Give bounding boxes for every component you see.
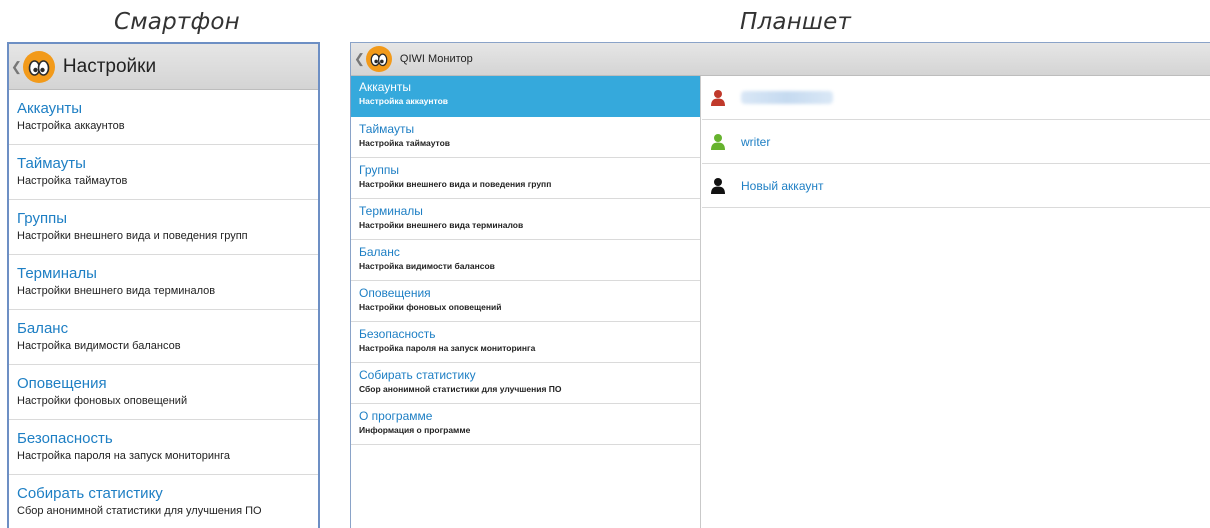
- settings-item[interactable]: Аккаунты Настройка аккаунтов: [351, 76, 700, 117]
- settings-item[interactable]: Безопасность Настройка пароля на запуск м…: [351, 322, 700, 363]
- settings-item-title: Оповещения: [359, 286, 431, 300]
- account-name-redacted: [741, 91, 833, 104]
- chevron-left-icon[interactable]: ❮: [11, 59, 22, 75]
- user-icon: [711, 89, 725, 106]
- settings-item-subtitle: Настройки фоновых оповещений: [17, 395, 188, 407]
- settings-item-subtitle: Настройка таймаутов: [17, 175, 128, 187]
- settings-item-subtitle: Настройка пароля на запуск мониторинга: [17, 450, 230, 462]
- chevron-left-icon[interactable]: ❮: [354, 51, 365, 67]
- caption-tablet: Планшет: [740, 9, 852, 35]
- account-name: Новый аккаунт: [741, 178, 824, 193]
- user-icon: [711, 177, 725, 194]
- account-item[interactable]: Новый аккаунт: [702, 164, 1210, 208]
- settings-item-title: Аккаунты: [359, 80, 412, 94]
- settings-item-subtitle: Информация о программе: [359, 425, 471, 435]
- settings-item[interactable]: Группы Настройки внешнего вида и поведени…: [351, 158, 700, 199]
- settings-item[interactable]: Собирать статистику Сбор анонимной статис…: [9, 475, 318, 528]
- qiwi-monitor-logo-icon[interactable]: [22, 50, 55, 83]
- settings-item-subtitle: Настройки внешнего вида терминалов: [359, 220, 524, 230]
- phone-action-bar: ❮ Настройки: [9, 44, 318, 90]
- settings-item-title: Терминалы: [17, 265, 97, 282]
- settings-item-title: Таймауты: [17, 155, 86, 172]
- settings-item-title: Баланс: [359, 245, 400, 259]
- settings-item[interactable]: Безопасность Настройка пароля на запуск м…: [9, 420, 318, 475]
- settings-item-subtitle: Настройки внешнего вида и поведения груп…: [359, 179, 552, 189]
- tablet-action-bar: ❮ QIWI Монитор: [351, 43, 1210, 76]
- settings-item-title: Собирать статистику: [359, 368, 476, 382]
- caption-smartphone: Смартфон: [114, 9, 240, 35]
- accounts-panel: writer Новый аккаунт: [702, 76, 1210, 528]
- settings-item-subtitle: Настройка аккаунтов: [359, 96, 449, 106]
- settings-item-title: Аккаунты: [17, 100, 83, 117]
- tablet-app-title: QIWI Монитор: [399, 53, 473, 65]
- settings-item-title: Таймауты: [359, 122, 415, 136]
- account-item[interactable]: [702, 76, 1210, 120]
- account-item[interactable]: writer: [702, 120, 1210, 164]
- settings-item[interactable]: Таймауты Настройка таймаутов: [351, 117, 700, 158]
- settings-item-subtitle: Настройка видимости балансов: [17, 340, 181, 352]
- settings-item[interactable]: Терминалы Настройки внешнего вида термина…: [351, 199, 700, 240]
- settings-item-subtitle: Настройка таймаутов: [359, 138, 451, 148]
- settings-item-title: Оповещения: [17, 375, 107, 392]
- settings-item[interactable]: Баланс Настройка видимости балансов: [351, 240, 700, 281]
- phone-settings-list: Аккаунты Настройка аккаунтов Таймауты Настр…: [9, 90, 318, 528]
- user-icon: [711, 133, 725, 150]
- settings-item-title: Безопасность: [17, 430, 113, 447]
- settings-item[interactable]: Баланс Настройка видимости балансов: [9, 310, 318, 365]
- settings-item[interactable]: Аккаунты Настройка аккаунтов: [9, 90, 318, 145]
- qiwi-monitor-logo-icon[interactable]: [365, 46, 392, 72]
- settings-item-title: Группы: [17, 210, 67, 227]
- settings-item[interactable]: Таймауты Настройка таймаутов: [9, 145, 318, 200]
- phone-app-title: Настройки: [62, 55, 157, 77]
- settings-item[interactable]: Оповещения Настройки фоновых оповещений: [351, 281, 700, 322]
- settings-item-subtitle: Настройка аккаунтов: [17, 120, 125, 132]
- settings-item-subtitle: Настройка пароля на запуск мониторинга: [359, 343, 536, 353]
- settings-item[interactable]: Оповещения Настройки фоновых оповещений: [9, 365, 318, 420]
- settings-item[interactable]: Собирать статистику Сбор анонимной статис…: [351, 363, 700, 404]
- settings-item-subtitle: Сбор анонимной статистики для улучшения …: [359, 384, 562, 394]
- settings-item-title: Терминалы: [359, 204, 423, 218]
- settings-item-subtitle: Настройки фоновых оповещений: [359, 302, 502, 312]
- settings-item-subtitle: Настройка видимости балансов: [359, 261, 495, 271]
- settings-item-subtitle: Настройки внешнего вида терминалов: [17, 285, 216, 297]
- settings-item-title: Безопасность: [359, 327, 436, 341]
- settings-item-title: О программе: [359, 409, 433, 423]
- settings-item-title: Собирать статистику: [17, 485, 163, 502]
- settings-item-title: Группы: [359, 163, 399, 177]
- account-name: writer: [741, 134, 771, 149]
- tablet-settings-list: Аккаунты Настройка аккаунтов Таймауты Настр…: [351, 76, 701, 528]
- settings-item[interactable]: Терминалы Настройки внешнего вида термина…: [9, 255, 318, 310]
- settings-item[interactable]: Группы Настройки внешнего вида и поведени…: [9, 200, 318, 255]
- settings-item-subtitle: Настройки внешнего вида и поведения груп…: [17, 230, 248, 242]
- settings-item-title: Баланс: [17, 320, 69, 337]
- smartphone-screen: ❮ Настройки Аккаунты Настройка аккаунтов Т…: [7, 42, 320, 528]
- settings-item-subtitle: Сбор анонимной статистики для улучшения …: [17, 505, 262, 517]
- tablet-screen: ❮ QIWI Монитор Аккаунты Настройка аккаунт…: [350, 42, 1210, 528]
- settings-item[interactable]: О программе Информация о программе: [351, 404, 700, 445]
